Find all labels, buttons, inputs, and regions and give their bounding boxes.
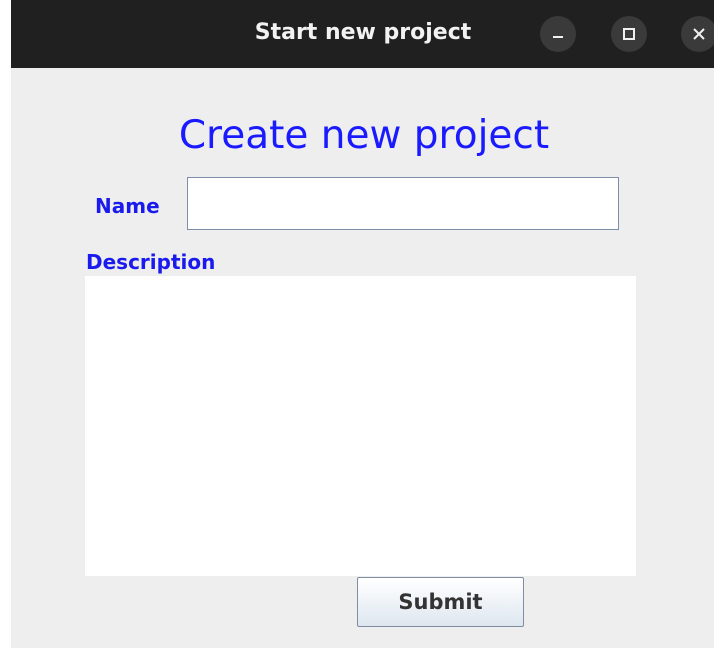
app-window: Start new project Create new project Nam… (11, 0, 714, 648)
close-button[interactable] (681, 16, 714, 52)
description-field[interactable] (85, 276, 636, 576)
form-panel: Create new project Name Description Subm… (11, 68, 714, 648)
name-label: Name (95, 194, 160, 218)
name-field[interactable] (187, 177, 619, 230)
page-title: Create new project (178, 113, 550, 158)
title-bar[interactable]: Start new project (11, 0, 714, 68)
minimize-button[interactable] (540, 16, 576, 52)
minimize-icon (551, 27, 565, 41)
submit-button[interactable]: Submit (357, 577, 524, 627)
maximize-button[interactable] (611, 16, 647, 52)
window-title: Start new project (254, 20, 472, 45)
close-icon (692, 27, 706, 41)
maximize-icon (622, 27, 636, 41)
description-label: Description (86, 250, 216, 274)
